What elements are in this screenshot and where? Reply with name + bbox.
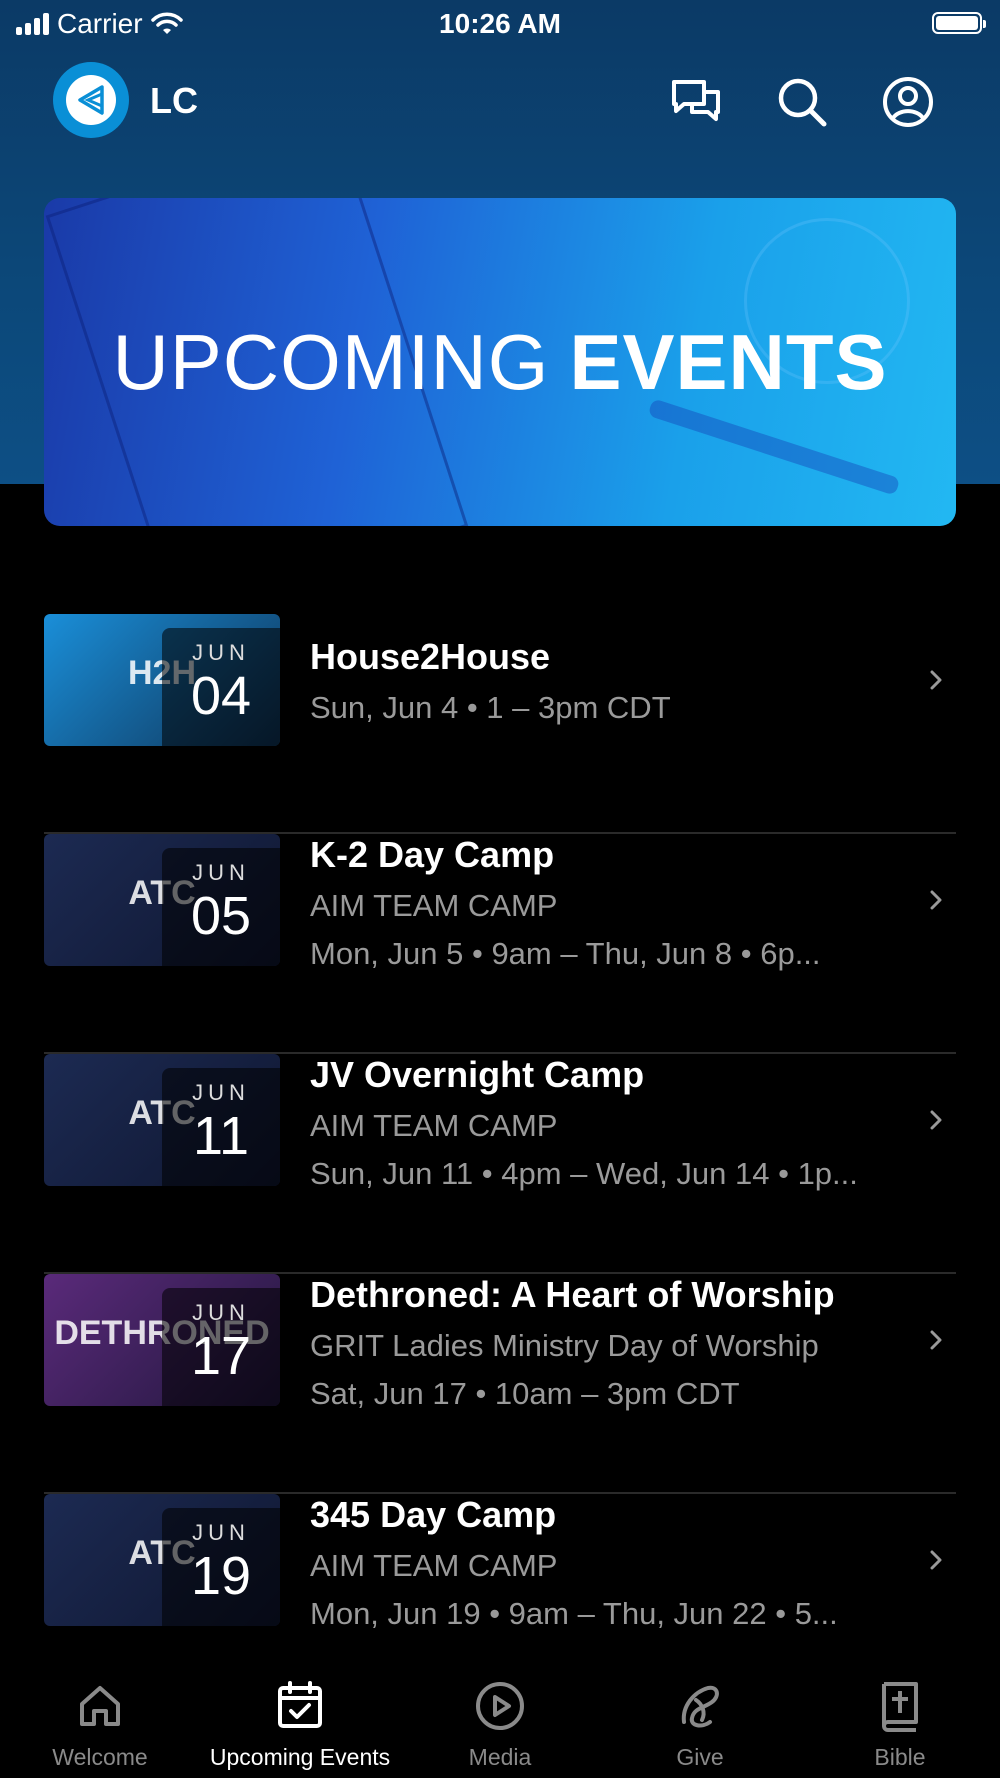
event-text: 345 Day Camp AIM TEAM CAMP Mon, Jun 19 • …	[310, 1494, 900, 1632]
date-day: 05	[190, 886, 252, 946]
chevron-right-icon	[930, 890, 942, 910]
home-icon	[80, 1686, 120, 1726]
tab-label: Give	[676, 1744, 724, 1770]
event-text: K-2 Day Camp AIM TEAM CAMP Mon, Jun 5 • 9…	[310, 834, 900, 972]
date-badge: JUN 19	[162, 1508, 280, 1626]
event-title: JV Overnight Camp	[310, 1054, 645, 1095]
event-row[interactable]: ATC JUN 05 K-2 Day Camp AIM TEAM CAMP Mon…	[44, 834, 956, 1054]
date-badge: JUN 05	[162, 848, 280, 966]
event-title: 345 Day Camp	[310, 1494, 557, 1535]
give-icon	[681, 1685, 719, 1728]
battery-icon	[932, 12, 986, 34]
event-text: Dethroned: A Heart of Worship GRIT Ladie…	[310, 1274, 900, 1412]
date-day: 11	[192, 1106, 250, 1166]
event-text: JV Overnight Camp AIM TEAM CAMP Sun, Jun …	[310, 1054, 900, 1192]
banner-title: UPCOMING EVENTS	[44, 198, 956, 526]
banner-title-bold: EVENTS	[569, 317, 888, 406]
event-row[interactable]: H2H JUN 04 House2House Sun, Jun 4 • 1 – …	[44, 614, 956, 834]
app-header: LC	[0, 60, 1000, 140]
chevron-right-icon	[930, 1110, 942, 1130]
logo-mark-icon	[66, 75, 116, 125]
app-name: LC	[150, 80, 198, 121]
event-detail: AIM TEAM CAMP	[310, 1548, 558, 1583]
chat-button[interactable]	[668, 74, 724, 130]
tab-bar: Welcome Upcoming Events Media Give Bible	[0, 1658, 1000, 1778]
date-day: 04	[190, 666, 252, 726]
date-day: 17	[190, 1326, 252, 1386]
event-row[interactable]: DETHRONED JUN 17 Dethroned: A Heart of W…	[44, 1274, 956, 1494]
event-detail: Sun, Jun 4 • 1 – 3pm CDT	[310, 690, 671, 725]
date-month: JUN	[192, 860, 250, 885]
date-month: JUN	[192, 640, 250, 665]
tab-label: Upcoming Events	[209, 1744, 391, 1770]
tab-label: Media	[468, 1744, 532, 1770]
chevron-right-icon	[930, 670, 942, 690]
tab-label: Bible	[874, 1744, 926, 1770]
tab-give[interactable]: Give	[600, 1678, 800, 1771]
search-icon	[778, 78, 827, 127]
date-badge: JUN 04	[162, 628, 280, 746]
search-button[interactable]	[774, 74, 830, 130]
calendar-check-icon	[278, 1681, 322, 1728]
date-day: 19	[190, 1546, 252, 1606]
tab-label: Welcome	[52, 1744, 148, 1770]
upcoming-events-banner: UPCOMING EVENTS	[44, 198, 956, 526]
event-thumbnail: ATC JUN 19	[44, 1494, 280, 1626]
event-detail: Sat, Jun 17 • 10am – 3pm CDT	[310, 1376, 740, 1411]
event-detail: AIM TEAM CAMP	[310, 888, 558, 923]
event-thumbnail: DETHRONED JUN 17	[44, 1274, 280, 1406]
bible-icon	[882, 1682, 918, 1732]
event-thumbnail: H2H JUN 04	[44, 614, 280, 746]
date-badge: JUN 11	[162, 1068, 280, 1186]
profile-button[interactable]	[880, 74, 936, 130]
event-thumbnail: ATC JUN 05	[44, 834, 280, 966]
date-month: JUN	[192, 1080, 250, 1105]
event-text: House2House Sun, Jun 4 • 1 – 3pm CDT	[310, 636, 900, 726]
chat-icon	[672, 80, 720, 121]
event-row[interactable]: ATC JUN 11 JV Overnight Camp AIM TEAM CA…	[44, 1054, 956, 1274]
event-title: House2House	[310, 636, 551, 677]
date-badge: JUN 17	[162, 1288, 280, 1406]
tab-welcome[interactable]: Welcome	[0, 1678, 200, 1771]
event-detail: Sun, Jun 11 • 4pm – Wed, Jun 14 • 1p...	[310, 1156, 858, 1191]
status-time: 10:26 AM	[439, 8, 561, 39]
event-detail: AIM TEAM CAMP	[310, 1108, 558, 1143]
app-logo[interactable]	[53, 62, 129, 138]
banner-title-light: UPCOMING	[112, 317, 550, 406]
date-month: JUN	[192, 1300, 250, 1325]
event-detail: GRIT Ladies Ministry Day of Worship	[310, 1328, 819, 1363]
tab-upcoming-events[interactable]: Upcoming Events	[200, 1678, 400, 1771]
event-title: K-2 Day Camp	[310, 834, 555, 875]
event-title: Dethroned: A Heart of Worship	[310, 1274, 835, 1315]
chevron-right-icon	[930, 1550, 942, 1570]
event-thumbnail: ATC JUN 11	[44, 1054, 280, 1186]
tab-bible[interactable]: Bible	[800, 1678, 1000, 1771]
chevron-right-icon	[930, 1330, 942, 1350]
play-icon	[476, 1682, 524, 1730]
tab-media[interactable]: Media	[400, 1678, 600, 1771]
profile-icon	[883, 77, 933, 127]
status-bar: Carrier 10:26 AM	[0, 0, 1000, 50]
event-detail: Mon, Jun 19 • 9am – Thu, Jun 22 • 5...	[310, 1596, 838, 1631]
event-detail: Mon, Jun 5 • 9am – Thu, Jun 8 • 6p...	[310, 936, 821, 971]
date-month: JUN	[192, 1520, 250, 1545]
